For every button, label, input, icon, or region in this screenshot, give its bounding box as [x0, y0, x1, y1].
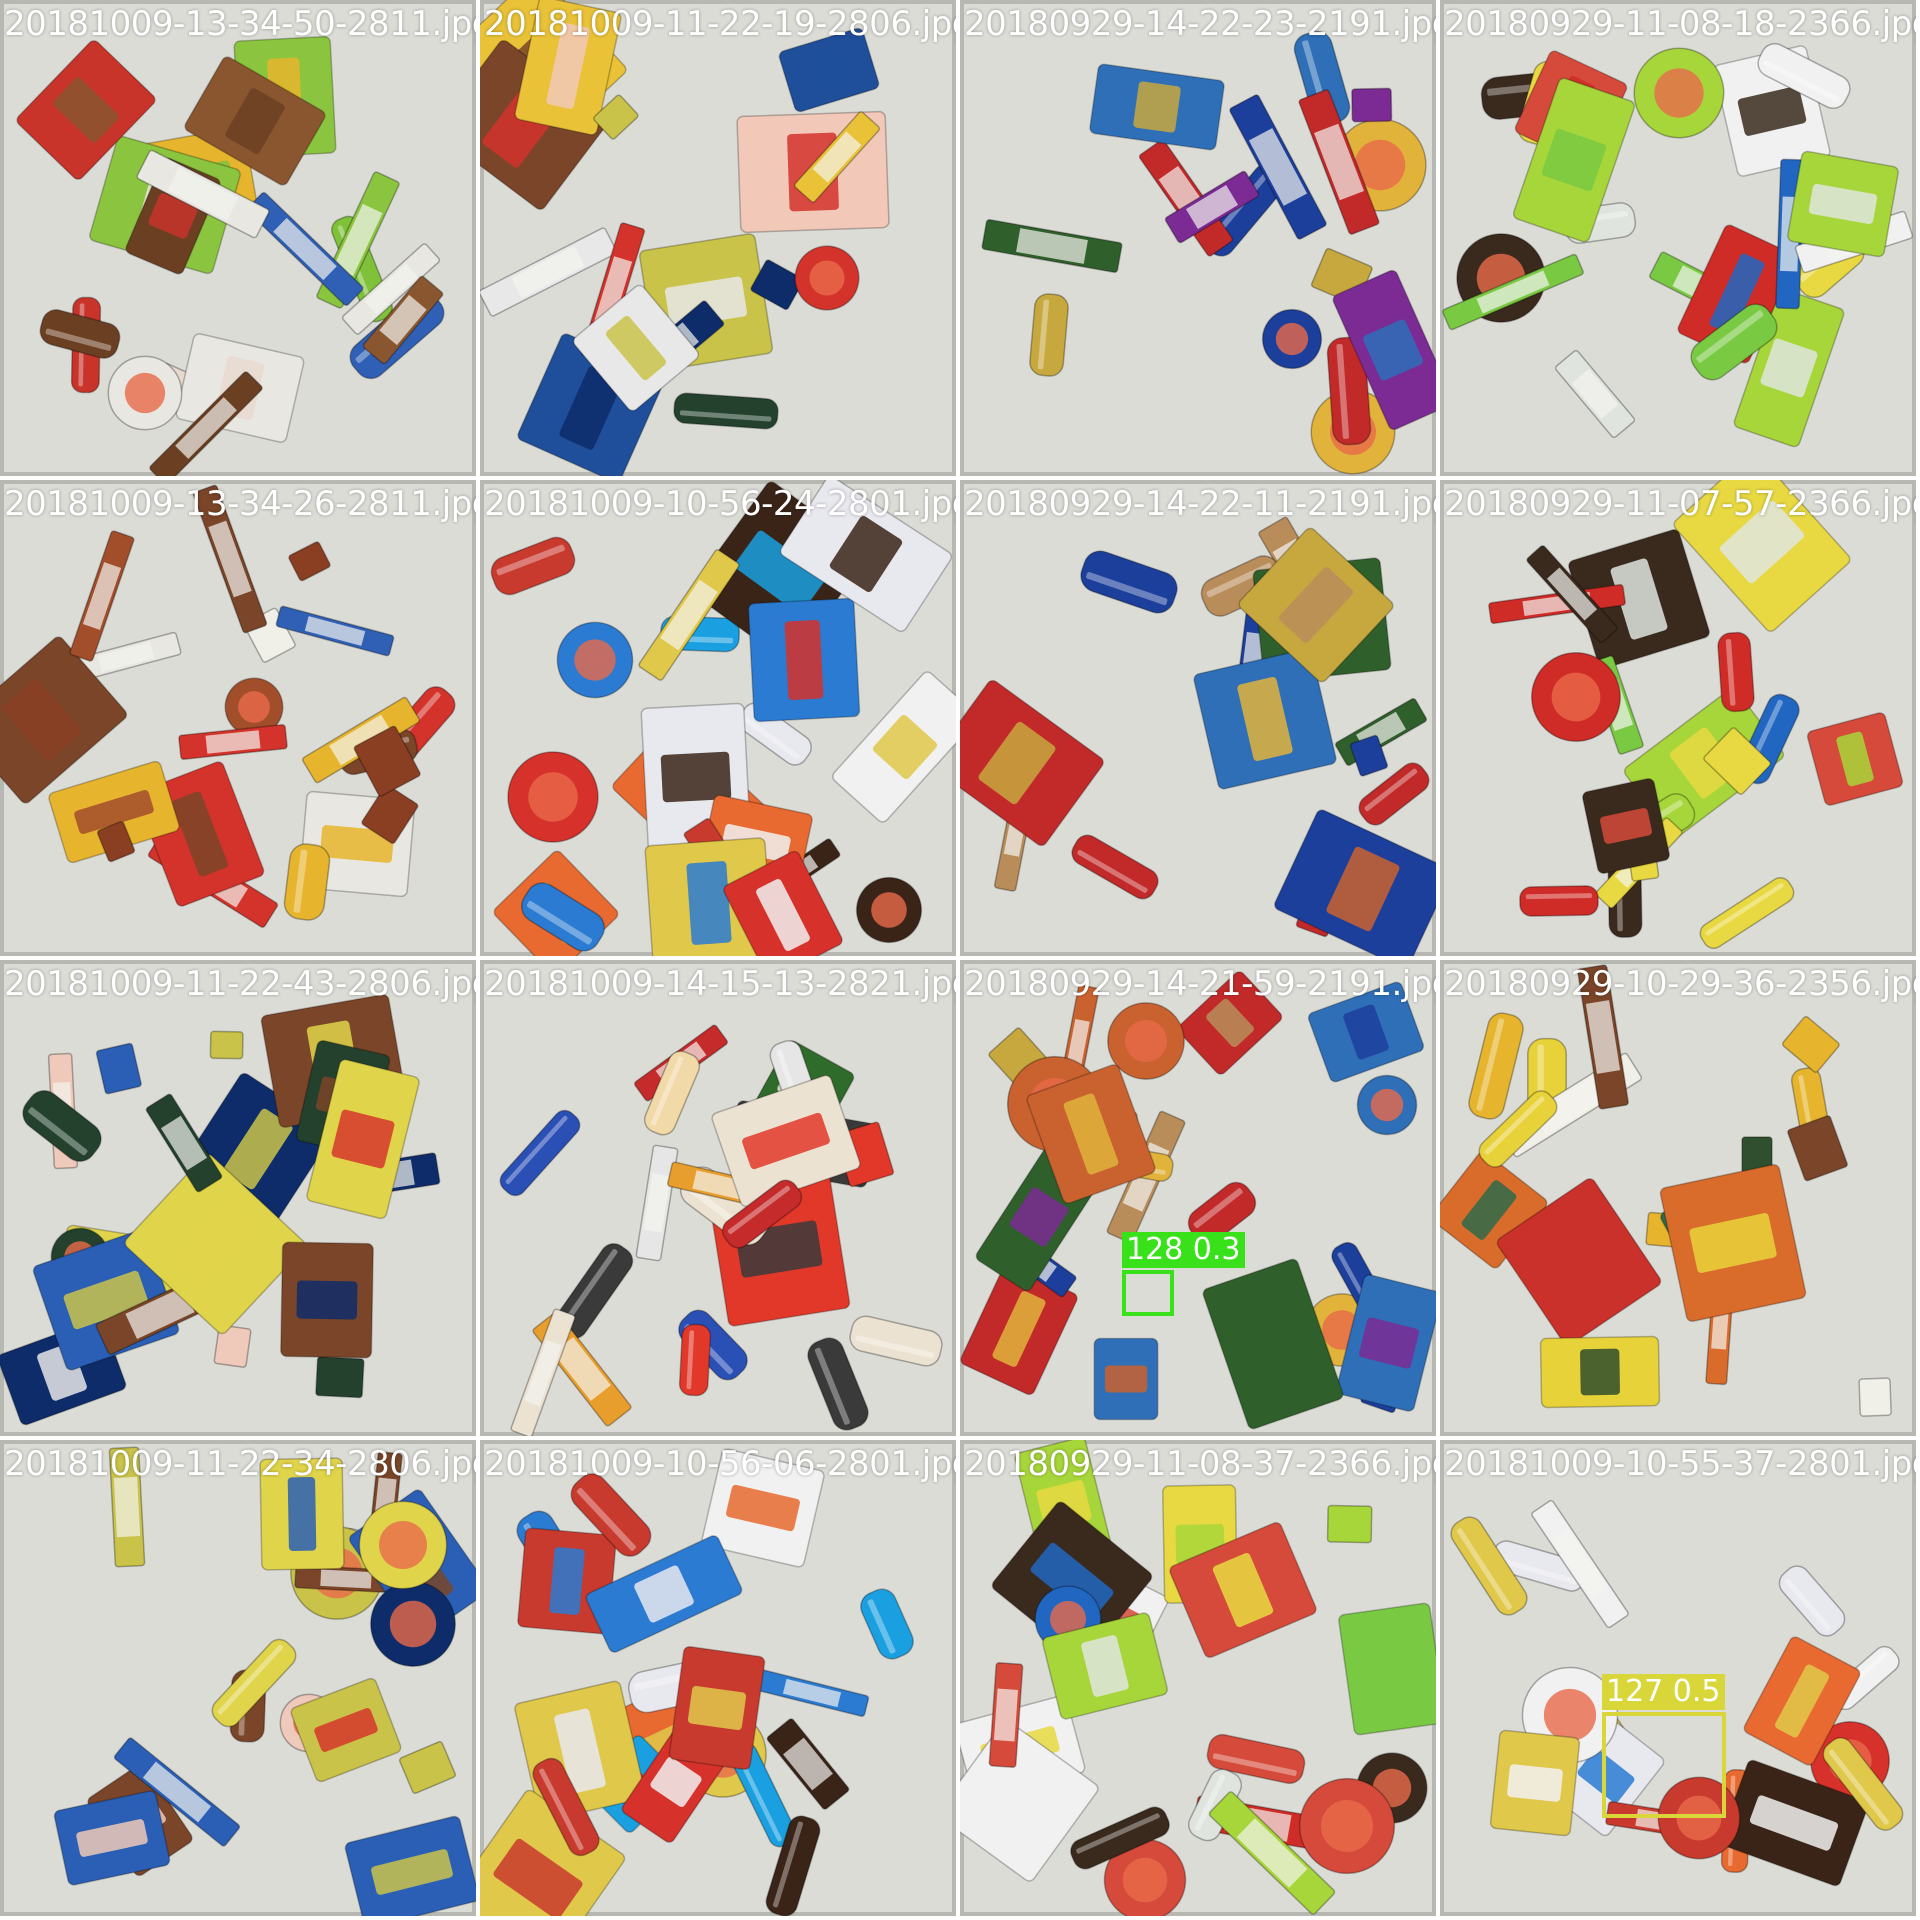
- bag-label: [296, 1280, 358, 1320]
- bar-wrapper-stripe: [320, 1569, 372, 1589]
- product-photo: [480, 0, 956, 476]
- product-item: [1351, 87, 1393, 123]
- product-item: [315, 1356, 365, 1399]
- image-tile[interactable]: 20181009-13-34-50-2811.jpg: [0, 0, 476, 476]
- image-tile[interactable]: 20180929-14-21-59-2191.jpg 128 0.3: [960, 960, 1436, 1436]
- image-tile[interactable]: 20180929-11-08-37-2366.jpg: [960, 1440, 1436, 1916]
- bag-label: [686, 861, 732, 945]
- image-tile[interactable]: 20181009-14-15-13-2821.jpg: [480, 960, 956, 1436]
- image-filename: 20181009-14-15-13-2821.jpg: [484, 964, 956, 1004]
- product-item: [209, 1030, 244, 1060]
- product-item: [1539, 1335, 1661, 1409]
- bar-wrapper-stripe: [113, 1476, 141, 1538]
- image-tile[interactable]: 20181009-13-34-26-2811.jpg: [0, 480, 476, 956]
- can-or-bottle: [1029, 293, 1069, 377]
- product-photo: [960, 0, 1436, 476]
- product-photo: [0, 960, 476, 1436]
- product-photo: [480, 480, 956, 956]
- image-tile[interactable]: 20181009-10-55-37-2801.jpg 127 0.5: [1440, 1440, 1916, 1916]
- image-tile[interactable]: 20181009-11-22-43-2806.jpg: [0, 960, 476, 1436]
- image-filename: 20180929-14-22-23-2191.jpg: [964, 4, 1436, 44]
- image-filename: 20181009-11-22-34-2806.jpg: [4, 1444, 476, 1484]
- product-item: [678, 1323, 712, 1397]
- product-photo: [1440, 960, 1916, 1436]
- can-or-bottle: [1519, 885, 1599, 917]
- bag-label: [1580, 1348, 1620, 1396]
- product-photo: [960, 1440, 1436, 1916]
- can-or-bottle: [678, 1323, 712, 1397]
- detection-bounding-box: [1122, 1270, 1174, 1316]
- image-filename: 20180929-11-08-37-2366.jpg: [964, 1444, 1436, 1484]
- small-pack: [209, 1030, 244, 1060]
- product-item: [1093, 1337, 1159, 1421]
- product-photo: [0, 1440, 476, 1916]
- small-pack: [1326, 1504, 1373, 1544]
- image-tile[interactable]: 20180929-11-07-57-2366.jpg: [1440, 480, 1916, 956]
- image-tile[interactable]: 20180929-10-29-36-2356.jpg: [1440, 960, 1916, 1436]
- product-photo: [0, 0, 476, 476]
- image-tile[interactable]: 20181009-11-22-34-2806.jpg: [0, 1440, 476, 1916]
- product-item: [280, 1241, 374, 1359]
- product-item: [747, 597, 861, 723]
- product-item: [1519, 885, 1599, 917]
- image-filename: 20180929-10-29-36-2356.jpg: [1444, 964, 1916, 1004]
- product-item: [1326, 1504, 1373, 1544]
- product-photo: [1440, 480, 1916, 956]
- small-pack: [1858, 1377, 1892, 1417]
- bag-label: [549, 1547, 585, 1615]
- can-or-bottle: [1717, 631, 1755, 713]
- product-photo: [480, 1440, 956, 1916]
- bag-label: [687, 1685, 747, 1731]
- bar-wrapper-stripe: [993, 1688, 1019, 1742]
- image-filename: 20181009-11-22-43-2806.jpg: [4, 964, 476, 1004]
- product-item: [668, 1645, 766, 1771]
- bag-label: [1104, 1365, 1148, 1393]
- image-filename: 20180929-14-21-59-2191.jpg: [964, 964, 1436, 1004]
- product-item: [1029, 293, 1069, 377]
- product-item: [673, 392, 779, 430]
- small-pack: [1351, 87, 1393, 123]
- image-tile[interactable]: 20180929-14-22-23-2191.jpg: [960, 0, 1436, 476]
- product-item: [1717, 631, 1755, 713]
- image-tile[interactable]: 20181009-10-56-06-2801.jpg: [480, 1440, 956, 1916]
- image-filename: 20181009-10-56-24-2801.jpg: [484, 484, 956, 524]
- detection-bounding-box: [1602, 1712, 1726, 1818]
- product-photo: [0, 480, 476, 956]
- image-filename: 20181009-13-34-50-2811.jpg: [4, 4, 476, 44]
- product-photo: [1440, 0, 1916, 476]
- small-pack: [315, 1356, 365, 1399]
- image-filename: 20181009-10-55-37-2801.jpg: [1444, 1444, 1916, 1484]
- image-tile[interactable]: 20180929-14-22-11-2191.jpg: [960, 480, 1436, 956]
- product-item: [1787, 150, 1899, 258]
- image-filename: 20180929-11-07-57-2366.jpg: [1444, 484, 1916, 524]
- product-item: [1489, 1729, 1581, 1837]
- bag-label: [784, 619, 824, 701]
- bag-label: [1133, 81, 1181, 133]
- detection-label: 128 0.3: [1122, 1232, 1245, 1268]
- product-photo: [480, 960, 956, 1436]
- product-item: [1858, 1377, 1892, 1417]
- image-filename: 20180929-14-22-11-2191.jpg: [964, 484, 1436, 524]
- product-photo: [960, 960, 1436, 1436]
- image-tile[interactable]: 20181009-10-56-24-2801.jpg: [480, 480, 956, 956]
- product-item: [1338, 1602, 1436, 1736]
- product-photo: [960, 480, 1436, 956]
- image-filename: 20180929-11-08-18-2366.jpg: [1444, 4, 1916, 44]
- image-mosaic-grid: 20181009-13-34-50-2811.jpg 20181009-11-22…: [0, 0, 1920, 1920]
- bag-label: [287, 1476, 317, 1552]
- image-tile[interactable]: 20181009-11-22-19-2806.jpg: [480, 0, 956, 476]
- image-filename: 20181009-13-34-26-2811.jpg: [4, 484, 476, 524]
- bag-label: [1507, 1764, 1563, 1802]
- image-filename: 20181009-10-56-06-2801.jpg: [484, 1444, 956, 1484]
- image-filename: 20181009-11-22-19-2806.jpg: [484, 4, 956, 44]
- image-tile[interactable]: 20180929-11-08-18-2366.jpg: [1440, 0, 1916, 476]
- detection-label: 127 0.5: [1602, 1674, 1725, 1710]
